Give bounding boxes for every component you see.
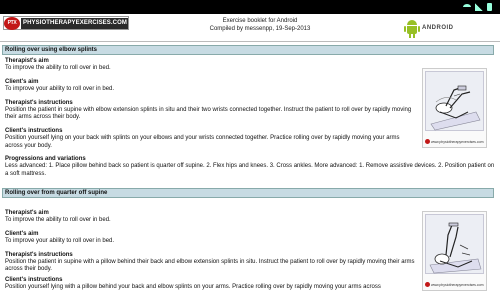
therapist-instructions-heading: Therapist's instructions [5, 251, 73, 258]
client-instructions-text: Position yourself lying on your back wit… [5, 135, 400, 149]
logo-text: PHYSIOTHERAPYEXERCISES.COM [21, 17, 128, 29]
signal-icon [475, 3, 483, 11]
logo-badge: PTX [4, 16, 20, 30]
client-aim-text: To improve your ability to roll over in … [5, 238, 115, 245]
client-aim-heading: Client's aim [5, 78, 39, 85]
logo-dot-icon [425, 282, 430, 287]
android-wordmark: ANDROID [422, 25, 454, 31]
wifi-icon [463, 4, 471, 10]
site-logo: PTX PHYSIOTHERAPYEXERCISES.COM [3, 16, 129, 30]
section-2-body: Therapist's aim To improve the ability t… [5, 210, 415, 292]
logo-dot-icon [425, 139, 430, 144]
therapist-aim-text: To improve the ability to roll over in b… [5, 65, 111, 72]
progressions-heading: Progressions and variations [5, 156, 86, 163]
section-1-body: Therapist's aim To improve the ability t… [5, 58, 494, 178]
title-line-2: Compiled by messenpp, 19-Sep-2013 [209, 26, 311, 32]
title-line-1: Exercise booklet for Android [222, 18, 298, 24]
client-instructions-heading: Client's instructions [5, 127, 63, 134]
header-title: Exercise booklet for Android Compiled by… [165, 17, 355, 33]
client-aim-heading: Client's aim [5, 230, 39, 237]
figure-url: www.physiotherapyexercises.com [431, 139, 484, 144]
client-instructions-text: Position yourself lying with a pillow be… [5, 284, 381, 291]
android-brand: ANDROID [404, 17, 466, 39]
status-bar [0, 0, 500, 14]
therapist-aim-heading: Therapist's aim [5, 210, 49, 216]
client-aim-text: To improve your ability to roll over in … [5, 86, 115, 93]
booklet-header: PTX PHYSIOTHERAPYEXERCISES.COM Exercise … [0, 14, 500, 42]
android-robot-icon [404, 18, 420, 38]
exercise-illustration-2: www.physiotherapyexercises.com [422, 211, 487, 291]
exercise-illustration-1: www.physiotherapyexercises.com [422, 68, 487, 148]
section-title-2: Rolling over from quarter off supine [2, 188, 494, 198]
therapist-aim-heading: Therapist's aim [5, 58, 49, 64]
figure-url: www.physiotherapyexercises.com [431, 282, 484, 287]
therapist-instructions-text: Position the patient in supine with a pi… [5, 259, 415, 273]
progressions-text: Less advanced: 1. Place pillow behind ba… [5, 163, 495, 177]
therapist-instructions-heading: Therapist's instructions [5, 99, 73, 106]
client-instructions-heading: Client's instructions [5, 276, 63, 283]
battery-icon [487, 3, 492, 11]
therapist-instructions-text: Position the patient in supine with elbo… [5, 107, 412, 121]
therapist-aim-text: To improve the ability to roll over in b… [5, 217, 111, 224]
section-title-1: Rolling over using elbow splints [2, 45, 494, 55]
document-page[interactable]: PTX PHYSIOTHERAPYEXERCISES.COM Exercise … [0, 14, 500, 293]
